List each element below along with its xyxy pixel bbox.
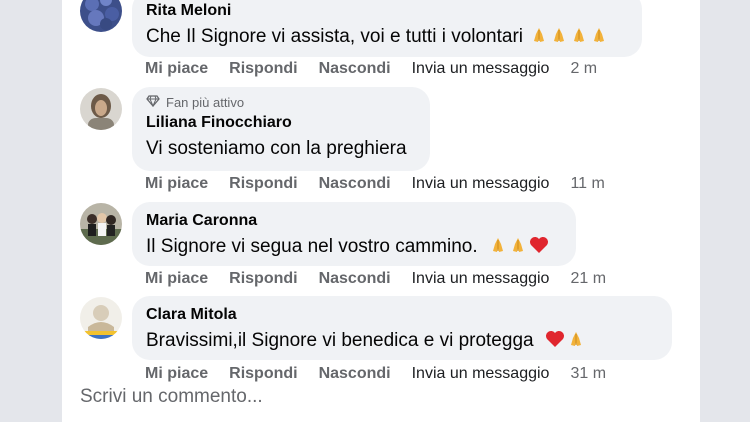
comment-text: Bravissimi,il Signore vi benedica e vi p… [146,328,658,356]
comment-bubble: Rita Meloni Che Il Signore vi assista, v… [132,0,642,57]
comment-bubble: Clara Mitola Bravissimi,il Signore vi be… [132,296,672,360]
top-fan-badge: Fan più attivo [146,95,416,110]
hide-button[interactable]: Nascondi [319,270,391,288]
like-button[interactable]: Mi piace [145,175,208,193]
like-button[interactable]: Mi piace [145,365,208,383]
comments-panel: Rita Meloni Che Il Signore vi assista, v… [62,0,700,422]
avatar[interactable] [80,0,122,32]
hide-button[interactable]: Nascondi [319,60,391,78]
praying-hands-icon [590,26,608,52]
comment-actions: Mi piace Rispondi Nascondi Invia un mess… [145,175,605,193]
top-fan-label: Fan più attivo [166,95,245,110]
send-message-button[interactable]: Invia un messaggio [412,270,550,288]
praying-hands-icon [530,26,548,52]
praying-hands-icon [550,26,568,52]
comment-bubble: Maria Caronna Il Signore vi segua nel vo… [132,202,576,266]
comment-actions: Mi piace Rispondi Nascondi Invia un mess… [145,60,597,78]
comment-text-body: Che Il Signore vi assista, voi e tutti i… [146,26,524,47]
comment-timestamp[interactable]: 21 m [570,270,606,288]
comment-text-body: Il Signore vi segua nel vostro cammino. [146,236,478,257]
comment-bubble: Fan più attivo Liliana Finocchiaro Vi so… [132,87,430,171]
hide-button[interactable]: Nascondi [319,175,391,193]
comment-text-body: Vi sosteniamo con la preghiera [146,138,407,159]
praying-hands-icon [489,236,507,262]
send-message-button[interactable]: Invia un messaggio [412,365,550,383]
comment-author[interactable]: Liliana Finocchiaro [146,113,416,133]
comment-text: Il Signore vi segua nel vostro cammino. [146,234,562,262]
praying-hands-icon [509,236,527,262]
comment-actions: Mi piace Rispondi Nascondi Invia un mess… [145,270,606,288]
comment-text: Che Il Signore vi assista, voi e tutti i… [146,24,628,52]
comment-author[interactable]: Maria Caronna [146,211,562,231]
like-button[interactable]: Mi piace [145,270,208,288]
reply-button[interactable]: Rispondi [229,365,297,383]
hide-button[interactable]: Nascondi [319,365,391,383]
diamond-icon [146,95,160,110]
avatar[interactable] [80,297,122,339]
comment-author[interactable]: Clara Mitola [146,305,658,325]
reply-button[interactable]: Rispondi [229,60,297,78]
avatar[interactable] [80,88,122,130]
praying-hands-icon [567,330,585,356]
like-button[interactable]: Mi piace [145,60,208,78]
praying-hands-icon [570,26,588,52]
send-message-button[interactable]: Invia un messaggio [412,60,550,78]
comment-author[interactable]: Rita Meloni [146,1,628,21]
send-message-button[interactable]: Invia un messaggio [412,175,550,193]
red-heart-icon [545,330,565,356]
reply-button[interactable]: Rispondi [229,175,297,193]
comment-timestamp[interactable]: 11 m [570,175,604,193]
reply-button[interactable]: Rispondi [229,270,297,288]
comment-text-body: Bravissimi,il Signore vi benedica e vi p… [146,330,534,351]
write-comment-input[interactable]: Scrivi un commento... [80,386,263,408]
comment-timestamp[interactable]: 2 m [570,60,597,78]
comment-text: Vi sosteniamo con la preghiera [146,136,416,162]
comment-actions: Mi piace Rispondi Nascondi Invia un mess… [145,365,606,383]
comment-timestamp[interactable]: 31 m [570,365,606,383]
red-heart-icon [529,236,549,262]
avatar[interactable] [80,203,122,245]
